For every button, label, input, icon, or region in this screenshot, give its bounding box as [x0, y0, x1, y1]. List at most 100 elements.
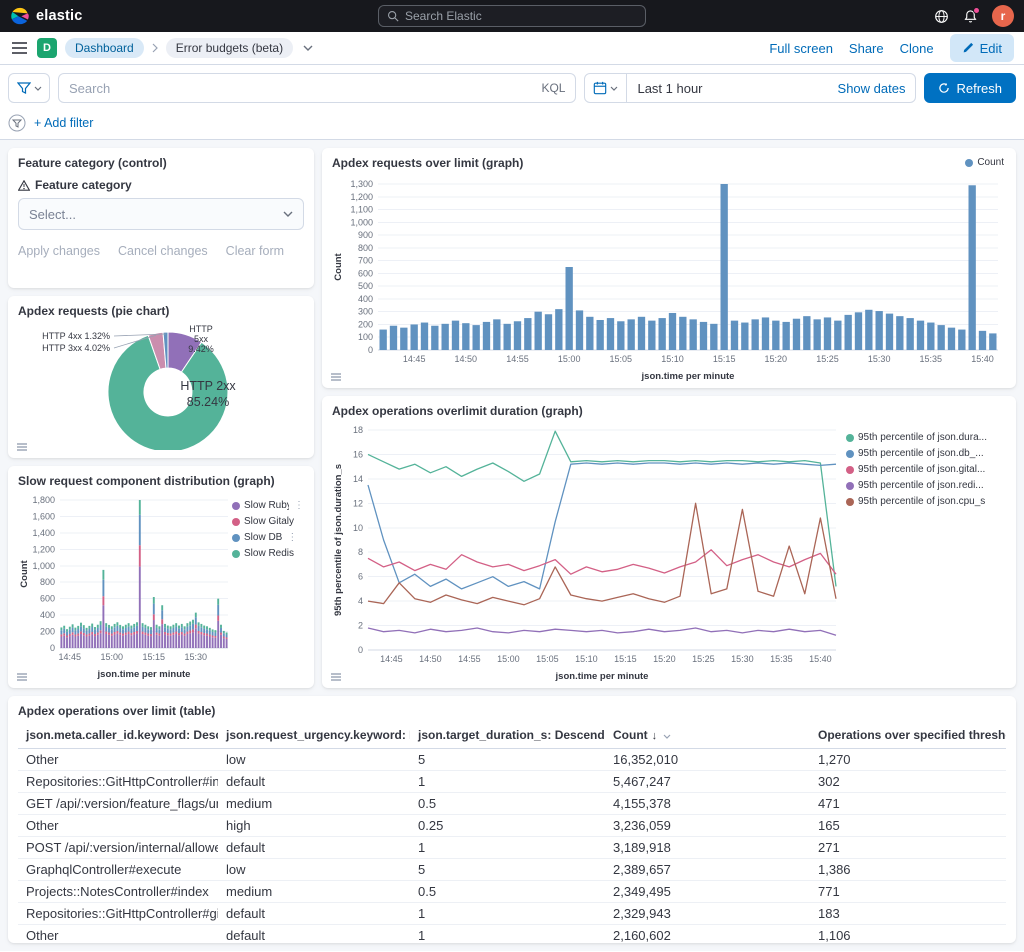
svg-text:5xx: 5xx — [194, 334, 209, 344]
panel-title: Apdex operations over limit (table) — [18, 704, 1006, 718]
svg-text:1,200: 1,200 — [32, 544, 55, 554]
notifications-bell-icon[interactable] — [963, 9, 978, 24]
panel-options-icon[interactable] — [16, 672, 28, 682]
column-label: json.request_urgency.keyword: Des... — [226, 728, 410, 742]
svg-text:200: 200 — [40, 627, 55, 637]
legend-dot — [846, 466, 854, 474]
table-cell: default — [218, 771, 410, 793]
overlimit-duration-chart[interactable]: 02468101214161814:4514:5014:5515:0015:05… — [332, 422, 846, 682]
field-label: Feature category — [35, 178, 132, 192]
legend-item[interactable]: Count — [965, 157, 1004, 168]
svg-text:12: 12 — [353, 498, 363, 508]
table-cell: 5,467,247 — [605, 771, 810, 793]
legend-menu-icon[interactable]: ⋮ — [294, 500, 304, 511]
legend-item[interactable]: Slow DB⋮ — [232, 532, 304, 543]
table-cell: Other — [18, 925, 218, 944]
date-quick-select-button[interactable] — [585, 74, 627, 102]
svg-text:8: 8 — [358, 547, 363, 557]
apdex-pie-chart[interactable]: HTTP 4xx 1.32%HTTP 3xx 4.02%HTTP5xx9.42%… — [18, 322, 304, 450]
clone-button[interactable]: Clone — [900, 41, 934, 56]
space-avatar[interactable]: D — [37, 38, 57, 58]
home-link[interactable]: elastic — [10, 6, 83, 26]
svg-text:800: 800 — [40, 577, 55, 587]
apply-changes-button[interactable]: Apply changes — [18, 244, 100, 258]
table-cell: medium — [218, 881, 410, 903]
svg-text:json.time per minute: json.time per minute — [641, 371, 735, 382]
filter-toggle-icon[interactable] — [8, 114, 26, 132]
table-row: Otherhigh0.253,236,059165 — [18, 815, 1006, 837]
show-dates-button[interactable]: Show dates — [828, 81, 916, 96]
apdex-over-limit-chart[interactable]: 01002003004005006007008009001,0001,1001,… — [332, 174, 1006, 382]
legend-item[interactable]: 95th percentile of json.dura... — [846, 432, 1006, 443]
table-cell: 4,155,378 — [605, 793, 810, 815]
legend-item[interactable]: 95th percentile of json.db_... — [846, 448, 1006, 459]
breadcrumb-dashboard[interactable]: Dashboard — [65, 38, 144, 58]
svg-text:1,800: 1,800 — [32, 495, 55, 505]
table-row: GraphqlController#executelow52,389,6571,… — [18, 859, 1006, 881]
refresh-icon — [938, 82, 950, 94]
column-header[interactable]: Operations over specified threshold... — [810, 722, 1006, 749]
edit-button[interactable]: Edit — [950, 34, 1014, 62]
legend-dot — [232, 518, 240, 526]
globe-icon[interactable] — [934, 9, 949, 24]
legend-item[interactable]: Slow Redis — [232, 548, 304, 559]
panel-title: Apdex requests over limit (graph) — [332, 156, 1006, 170]
column-header[interactable]: Count ↓ — [605, 722, 810, 749]
legend-item[interactable]: Slow Gitaly — [232, 516, 304, 527]
panel-apdex-table: Apdex operations over limit (table) json… — [8, 696, 1016, 943]
full-screen-button[interactable]: Full screen — [769, 41, 833, 56]
table-cell: POST /api/:version/internal/allowed — [18, 837, 218, 859]
svg-text:900: 900 — [358, 230, 373, 240]
user-avatar[interactable]: r — [992, 5, 1014, 27]
feature-category-select[interactable]: Select... — [18, 198, 304, 230]
svg-text:14: 14 — [353, 474, 363, 484]
sort-descending-icon[interactable]: ↓ — [652, 730, 658, 742]
panel-options-icon[interactable] — [330, 672, 342, 682]
column-header[interactable]: json.meta.caller_id.keyword: Desce... — [18, 722, 218, 749]
elastic-logo-icon — [10, 6, 30, 26]
svg-text:4: 4 — [358, 596, 363, 606]
menu-icon[interactable] — [10, 40, 29, 56]
legend-menu-icon[interactable]: ⋮ — [287, 532, 297, 543]
time-range-button[interactable]: Last 1 hour — [627, 81, 827, 96]
svg-text:14:45: 14:45 — [59, 652, 82, 662]
panel-options-icon[interactable] — [330, 372, 342, 382]
svg-text:600: 600 — [40, 594, 55, 604]
add-filter-button[interactable]: + Add filter — [34, 116, 93, 130]
saved-query-menu-button[interactable] — [8, 73, 50, 103]
column-label: Count — [613, 728, 648, 742]
column-label: json.target_duration_s: Descending — [418, 728, 605, 742]
query-language-badge[interactable]: KQL — [541, 81, 565, 95]
svg-text:400: 400 — [40, 610, 55, 620]
svg-text:json.time per minute: json.time per minute — [555, 671, 649, 682]
legend-label: 95th percentile of json.cpu_s — [858, 496, 985, 507]
table-cell: 3,189,918 — [605, 837, 810, 859]
column-header[interactable]: json.target_duration_s: Descending↓ — [410, 722, 605, 749]
panel-slow-components: Slow request component distribution (gra… — [8, 466, 314, 688]
clear-form-button[interactable]: Clear form — [226, 244, 284, 258]
table-cell: 1 — [410, 837, 605, 859]
svg-text:0: 0 — [50, 643, 55, 653]
svg-text:15:00: 15:00 — [558, 354, 581, 364]
chevron-down-icon[interactable] — [301, 43, 315, 53]
svg-text:Count: Count — [333, 252, 344, 280]
legend-item[interactable]: 95th percentile of json.cpu_s — [846, 496, 1006, 507]
global-header: elastic Search Elastic r — [0, 0, 1024, 32]
legend-item[interactable]: 95th percentile of json.redi... — [846, 480, 1006, 491]
warning-icon — [18, 180, 30, 191]
share-button[interactable]: Share — [849, 41, 884, 56]
column-header[interactable]: json.request_urgency.keyword: Des... — [218, 722, 410, 749]
legend-item[interactable]: 95th percentile of json.gital... — [846, 464, 1006, 475]
legend-item[interactable]: Slow Ruby⋮ — [232, 500, 304, 511]
svg-text:15:00: 15:00 — [497, 654, 520, 664]
slow-components-chart[interactable]: 02004006008001,0001,2001,4001,6001,80014… — [18, 492, 232, 680]
query-input[interactable]: Search KQL — [58, 73, 576, 103]
panel-options-icon[interactable] — [16, 442, 28, 452]
svg-text:15:25: 15:25 — [692, 654, 715, 664]
global-search-input[interactable]: Search Elastic — [378, 5, 646, 27]
legend-dot — [232, 534, 240, 542]
cancel-changes-button[interactable]: Cancel changes — [118, 244, 208, 258]
refresh-button[interactable]: Refresh — [924, 73, 1016, 103]
svg-text:15:10: 15:10 — [575, 654, 598, 664]
chart-legend: Count — [965, 157, 1004, 168]
